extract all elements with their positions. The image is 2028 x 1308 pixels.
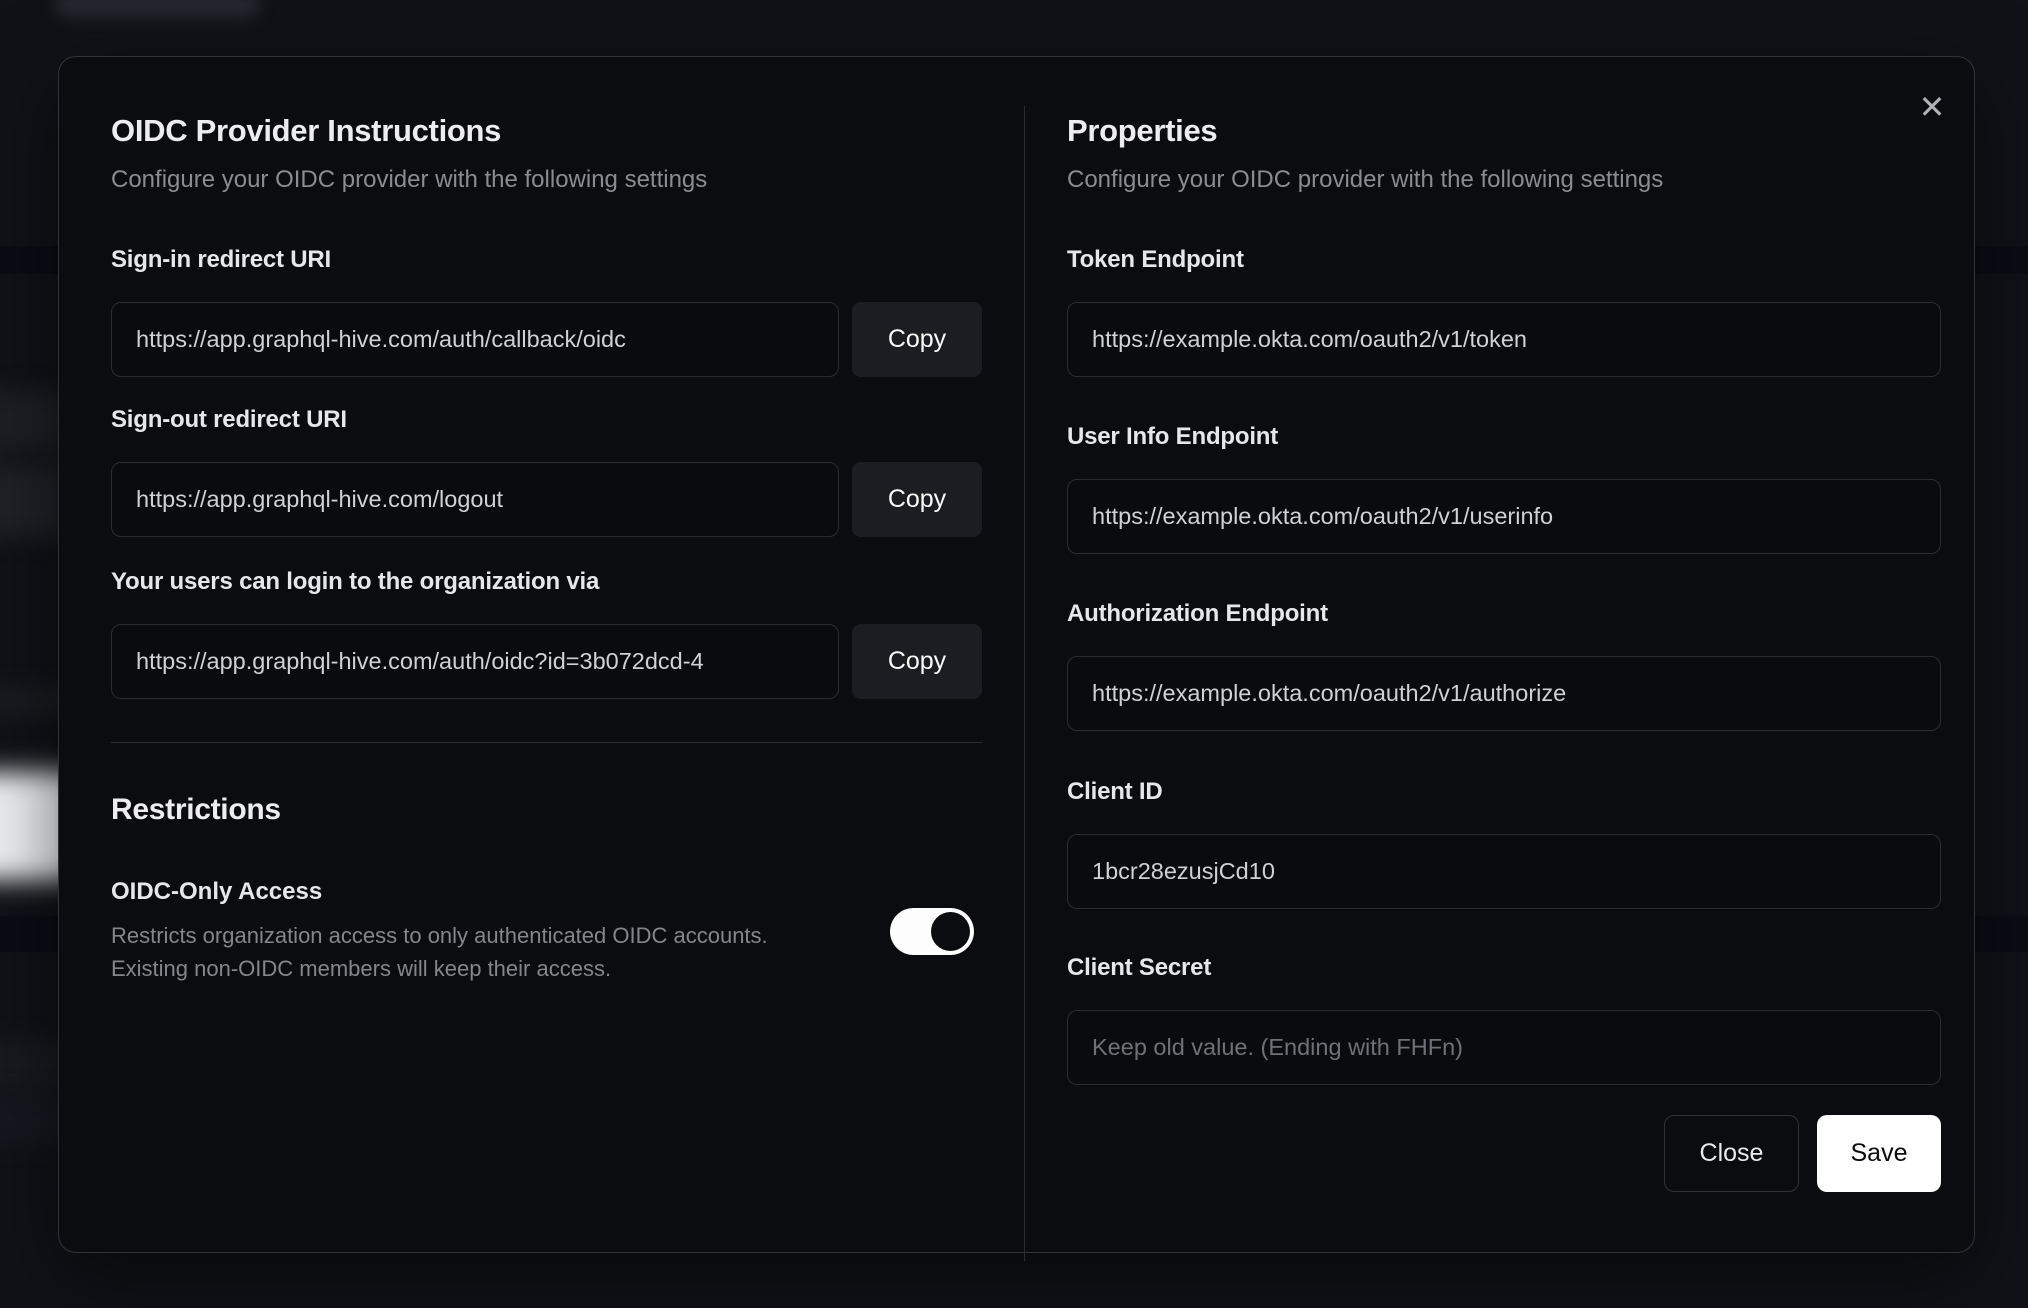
signout-redirect-uri-label: Sign-out redirect URI — [111, 406, 347, 433]
authorization-endpoint-row — [1067, 656, 1941, 731]
userinfo-endpoint-label: User Info Endpoint — [1067, 423, 1279, 450]
restrictions-title: Restrictions — [111, 793, 281, 826]
signin-redirect-uri-label: Sign-in redirect URI — [111, 246, 332, 273]
toggle-knob — [931, 911, 970, 951]
oidc-only-access-label: OIDC-Only Access — [111, 878, 323, 905]
oidc-only-access-text: OIDC-Only Access Restricts organization … — [111, 877, 841, 985]
client-id-label: Client ID — [1067, 778, 1163, 805]
description-line-1: Restricts organization access to only au… — [111, 923, 768, 948]
blurred-background-element — [55, 0, 260, 18]
close-button[interactable]: Close — [1664, 1115, 1799, 1192]
token-endpoint-row — [1067, 302, 1941, 377]
instructions-title: OIDC Provider Instructions — [111, 113, 502, 148]
section-divider — [111, 742, 982, 743]
token-endpoint-input[interactable] — [1067, 302, 1941, 377]
client-secret-row — [1067, 1010, 1941, 1085]
copy-signin-uri-button[interactable]: Copy — [852, 302, 982, 377]
save-button[interactable]: Save — [1817, 1115, 1941, 1192]
oidc-only-access-description: Restricts organization access to only au… — [111, 919, 841, 985]
login-url-input[interactable] — [111, 624, 839, 699]
client-secret-label: Client Secret — [1067, 954, 1212, 981]
properties-title: Properties — [1067, 113, 1218, 148]
authorization-endpoint-input[interactable] — [1067, 656, 1941, 731]
oidc-only-access-toggle[interactable] — [890, 907, 974, 955]
signout-redirect-uri-row: Copy — [111, 462, 983, 537]
copy-signout-uri-button[interactable]: Copy — [852, 462, 982, 537]
copy-login-url-button[interactable]: Copy — [852, 624, 982, 699]
client-id-input[interactable] — [1067, 834, 1941, 909]
instructions-subtitle: Configure your OIDC provider with the fo… — [111, 166, 708, 193]
modal-actions: Close Save — [1067, 1115, 1941, 1192]
client-secret-input[interactable] — [1067, 1010, 1941, 1085]
client-id-row — [1067, 834, 1941, 909]
login-url-label: Your users can login to the organization… — [111, 568, 600, 595]
provider-instructions-panel: OIDC Provider Instructions Configure you… — [111, 57, 983, 985]
authorization-endpoint-label: Authorization Endpoint — [1067, 600, 1328, 627]
description-line-2: Existing non-OIDC members will keep thei… — [111, 956, 612, 981]
column-divider — [1024, 106, 1025, 1261]
signout-redirect-uri-input[interactable] — [111, 462, 839, 537]
userinfo-endpoint-input[interactable] — [1067, 479, 1941, 554]
signin-redirect-uri-input[interactable] — [111, 302, 839, 377]
properties-panel: Properties Configure your OIDC provider … — [1067, 57, 1941, 1192]
oidc-settings-modal: ✕ OIDC Provider Instructions Configure y… — [58, 56, 1975, 1261]
userinfo-endpoint-row — [1067, 479, 1941, 554]
properties-subtitle: Configure your OIDC provider with the fo… — [1067, 166, 1664, 193]
login-url-row: Copy — [111, 624, 983, 699]
token-endpoint-label: Token Endpoint — [1067, 246, 1244, 273]
oidc-only-access-row: OIDC-Only Access Restricts organization … — [111, 877, 983, 985]
signin-redirect-uri-row: Copy — [111, 302, 983, 377]
